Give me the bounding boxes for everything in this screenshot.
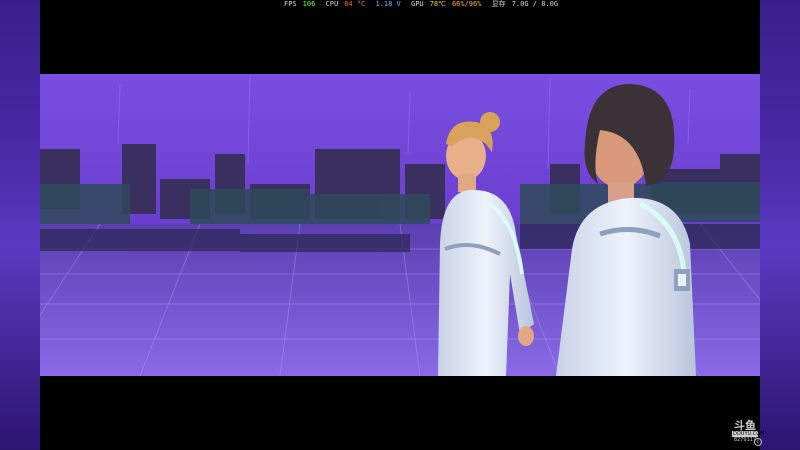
vram-value: 7.0G / 8.0G: [511, 0, 559, 8]
stream-watermark: 斗鱼 DOUYU.COM 8279117 ©: [732, 419, 765, 446]
cpu-voltage: 1.18 V: [375, 0, 401, 8]
right-ambient-border: [760, 0, 800, 450]
cpu-label: CPU: [325, 0, 339, 8]
vram-label: 显存: [491, 0, 506, 8]
gpu-load: 66%/96%: [451, 0, 482, 8]
gpu-temp: 78℃: [429, 0, 446, 8]
cpu-temp: 84 °C: [344, 0, 366, 8]
gpu-label: GPU: [411, 0, 424, 8]
fps-label: FPS: [284, 0, 297, 8]
cutscene-frame: [40, 74, 760, 376]
performance-overlay: FPS 106 CPU 84 °C 1.18 V GPU 78℃ 66%/96% 显存 7…: [284, 0, 564, 12]
copyright-icon: ©: [754, 438, 762, 446]
game-scene: [40, 74, 760, 376]
douyu-logo: 斗鱼: [734, 419, 756, 432]
fps-value: 106: [302, 0, 316, 8]
left-ambient-border: [0, 0, 40, 450]
